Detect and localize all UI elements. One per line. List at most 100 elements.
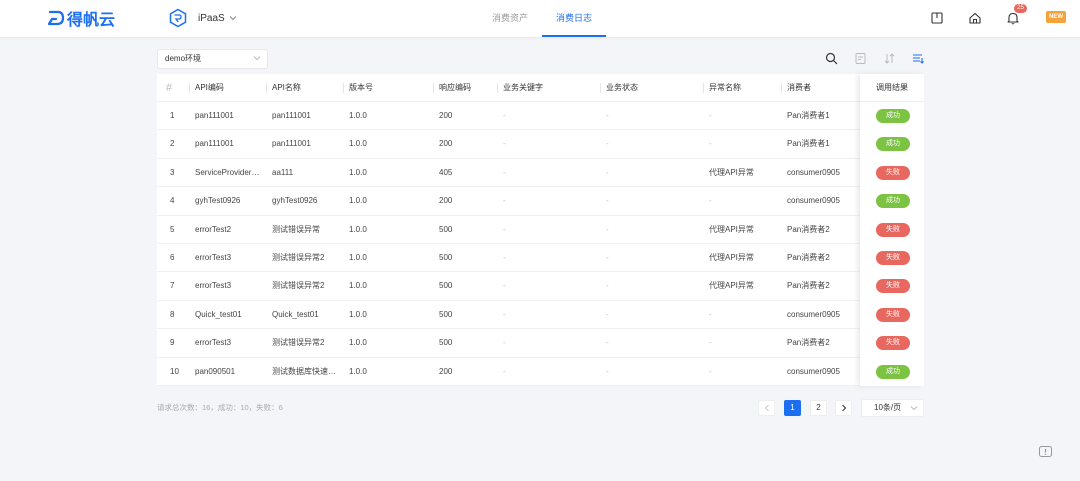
cell-index: 1 [170, 111, 175, 120]
ipaas-app-icon [169, 8, 187, 28]
home-icon[interactable] [966, 9, 984, 27]
cell-error-name: 代理API异常 [709, 167, 754, 177]
result-column: 调用结果 成功 成功 失败 成功 失败 失败 失败 失败 失败 成功 [860, 74, 924, 386]
cell-consumer: Pan消费者2 [787, 253, 830, 262]
cell-api-name: Quick_test01 [272, 309, 319, 319]
page-button-2[interactable]: 2 [810, 400, 827, 416]
cell-version: 1.0.0 [349, 224, 367, 234]
consumption-log-table: # API编码 API名称 版本号 响应编码 业务关键字 业务状态 异常名称 消… [157, 74, 924, 386]
cell-error-name: 代理API异常 [709, 253, 754, 262]
search-icon[interactable] [823, 50, 839, 66]
environment-select[interactable]: demo环境 [157, 49, 268, 69]
page-button-1[interactable]: 1 [784, 400, 801, 416]
new-badge[interactable]: NEW [1046, 11, 1066, 23]
app-switcher[interactable]: iPaaS [168, 8, 237, 28]
cell-api-name: 测试数据库快速… [272, 366, 336, 376]
table-row[interactable]: 4 gyhTest0926 gyhTest0926 1.0.0 200 - - - consum… [157, 187, 924, 216]
col-header-api-code: API编码 [189, 74, 224, 102]
cell-consumer: consumer0905 [787, 167, 840, 177]
cell-api-code: errorTest3 [195, 281, 232, 291]
cell-version: 1.0.0 [349, 338, 367, 348]
request-summary: 请求总次数：16，成功：10，失败：6 [157, 403, 283, 412]
col-header-version: 版本号 [343, 74, 373, 102]
cell-error-name: 代理API异常 [709, 224, 754, 234]
brand-logo[interactable]: 得帆云 [47, 7, 115, 29]
cell-response-code: 500 [439, 281, 453, 291]
table-row[interactable]: 3 ServiceProvider… aa111 1.0.0 405 - - 代理API异常 c… [157, 159, 924, 188]
table-row[interactable]: 10 pan090501 测试数据库快速… 1.0.0 200 - - - consumer09… [157, 358, 924, 386]
chevron-down-icon [910, 406, 918, 411]
cell-business-key: - [503, 338, 506, 348]
result-status-badge[interactable]: 成功 [876, 109, 910, 123]
book-icon[interactable] [928, 9, 946, 27]
table-row[interactable]: 8 Quick_test01 Quick_test01 1.0.0 500 - - - cons… [157, 301, 924, 330]
prev-page-button[interactable] [758, 400, 775, 416]
cell-api-code: errorTest3 [195, 338, 232, 348]
column-settings-icon[interactable] [909, 50, 925, 66]
chevron-down-icon [253, 56, 261, 61]
cell-response-code: 500 [439, 253, 453, 262]
result-status-badge[interactable]: 成功 [876, 364, 910, 379]
result-status-badge[interactable]: 失败 [876, 336, 910, 351]
result-status-badge[interactable]: 失败 [876, 251, 910, 265]
table-row[interactable]: 7 errorTest3 测试错误异常2 1.0.0 500 - - 代理API异常 Pan消费… [157, 272, 924, 301]
cell-business-status: - [606, 167, 609, 177]
table-row[interactable]: 9 errorTest3 测试错误异常2 1.0.0 500 - - - Pan消费者2 [157, 329, 924, 358]
cell-business-key: - [503, 281, 506, 291]
cell-index: 2 [170, 139, 175, 149]
cell-response-code: 200 [439, 111, 453, 120]
table-row[interactable]: 5 errorTest2 测试错误异常 1.0.0 500 - - 代理API异常 Pan消费者… [157, 216, 924, 244]
cell-api-name: pan111001 [272, 139, 311, 149]
result-status-badge[interactable]: 成功 [876, 194, 910, 209]
cell-business-key: - [503, 366, 506, 376]
cell-error-name: - [709, 338, 712, 348]
cell-consumer: consumer0905 [787, 366, 840, 376]
cell-api-name: gyhTest0926 [272, 196, 318, 206]
tab-consumption-log[interactable]: 消费日志 [542, 0, 607, 37]
result-status-badge[interactable]: 失败 [876, 165, 910, 180]
cell-error-name: - [709, 309, 712, 319]
cell-api-code: errorTest3 [195, 253, 232, 262]
chevron-right-icon [841, 404, 846, 412]
cell-consumer: consumer0905 [787, 309, 840, 319]
cell-response-code: 200 [439, 196, 453, 206]
table-row[interactable]: 1 pan111001 pan111001 1.0.0 200 - - - Pan消费者1 [157, 102, 924, 131]
cell-consumer: Pan消费者2 [787, 338, 830, 348]
cell-api-name: 测试错误异常2 [272, 281, 325, 291]
cell-index: 5 [170, 224, 175, 234]
cell-business-key: - [503, 196, 506, 206]
cell-error-name: 代理API异常 [709, 281, 754, 291]
cell-api-name: 测试错误异常2 [272, 253, 325, 262]
brand-logo-text: 得帆云 [67, 12, 116, 29]
cell-version: 1.0.0 [349, 366, 367, 376]
cell-error-name: - [709, 196, 712, 206]
sort-icon[interactable] [881, 50, 897, 66]
page-size-select[interactable]: 10条/页 [861, 399, 924, 417]
result-status-badge[interactable]: 失败 [876, 222, 910, 237]
bell-icon[interactable]: 25 [1004, 4, 1027, 27]
cell-api-code: pan111001 [195, 139, 234, 149]
cell-index: 9 [170, 338, 175, 348]
cell-business-status: - [606, 366, 609, 376]
tab-consumption-assets[interactable]: 消费资产 [478, 0, 542, 37]
result-status-badge[interactable]: 失败 [876, 307, 910, 322]
cell-index: 10 [170, 366, 179, 376]
result-status-badge[interactable]: 失败 [876, 279, 910, 294]
cell-business-key: - [503, 253, 506, 262]
feedback-icon[interactable] [1036, 443, 1054, 460]
table-row[interactable]: 6 errorTest3 测试错误异常2 1.0.0 500 - - 代理API异常 Pan消费… [157, 244, 924, 273]
cell-api-code: Quick_test01 [195, 309, 242, 319]
table-row[interactable]: 2 pan111001 pan111001 1.0.0 200 - - - Pan消费者1 [157, 130, 924, 159]
next-page-button[interactable] [835, 400, 852, 416]
cell-index: 6 [170, 253, 175, 262]
col-header-index: # [166, 82, 173, 94]
cell-api-name: aa111 [272, 167, 294, 177]
export-icon[interactable] [852, 50, 868, 66]
cell-version: 1.0.0 [349, 167, 367, 177]
notification-count-badge: 25 [1014, 4, 1027, 13]
cell-error-name: - [709, 111, 712, 120]
top-bar: 得帆云 iPaaS 消费资产 消费日志 25 NEW [0, 0, 1080, 37]
result-status-badge[interactable]: 成功 [876, 137, 910, 152]
cell-api-name: 测试错误异常 [272, 224, 320, 234]
col-header-business-status: 业务状态 [600, 74, 638, 102]
